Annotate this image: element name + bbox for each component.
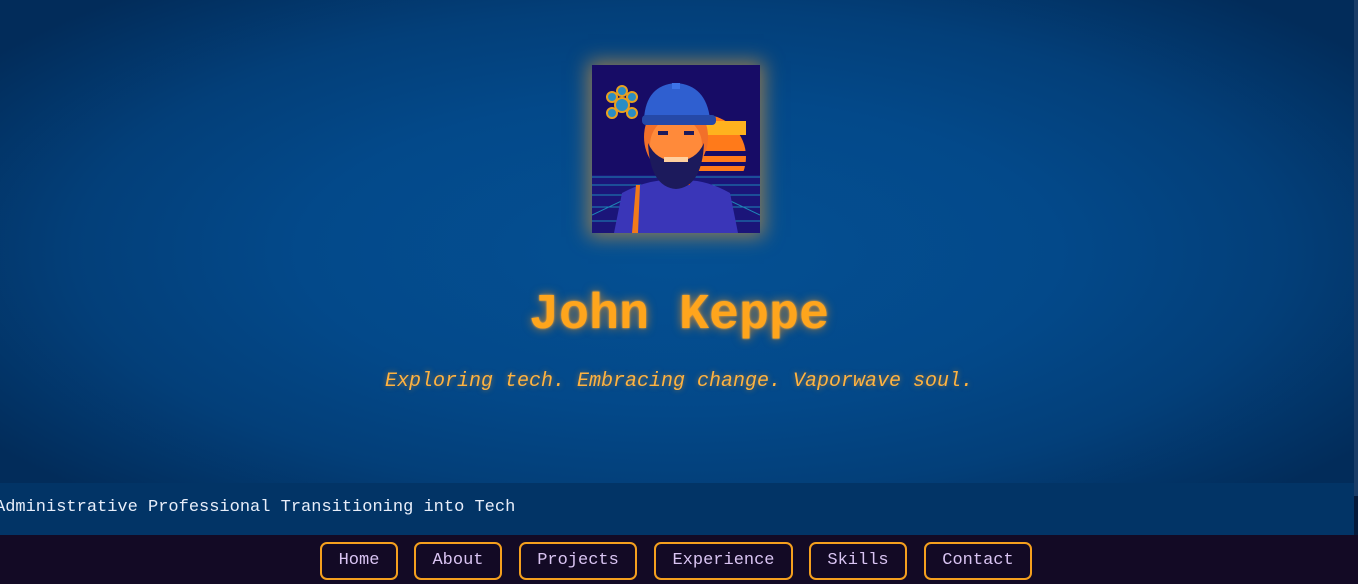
nav-experience-button[interactable]: Experience <box>654 542 793 580</box>
marquee-banner: Administrative Professional Transitionin… <box>0 483 1354 535</box>
nav-skills-button[interactable]: Skills <box>809 542 907 580</box>
nav-about-button[interactable]: About <box>414 542 502 580</box>
nav-contact-button[interactable]: Contact <box>924 542 1032 580</box>
marquee-text: Administrative Professional Transitionin… <box>0 498 516 517</box>
nav-projects-button[interactable]: Projects <box>519 542 637 580</box>
hero-section: John Keppe Exploring tech. Embracing cha… <box>0 0 1358 483</box>
hero-name: John Keppe <box>528 287 830 344</box>
nav-home-button[interactable]: Home <box>320 542 398 580</box>
page-scrollbar[interactable] <box>1354 0 1358 496</box>
profile-avatar <box>592 65 760 233</box>
main-nav: Home About Projects Experience Skills Co… <box>0 535 1358 584</box>
hero-tagline: Exploring tech. Embracing change. Vaporw… <box>384 370 974 393</box>
